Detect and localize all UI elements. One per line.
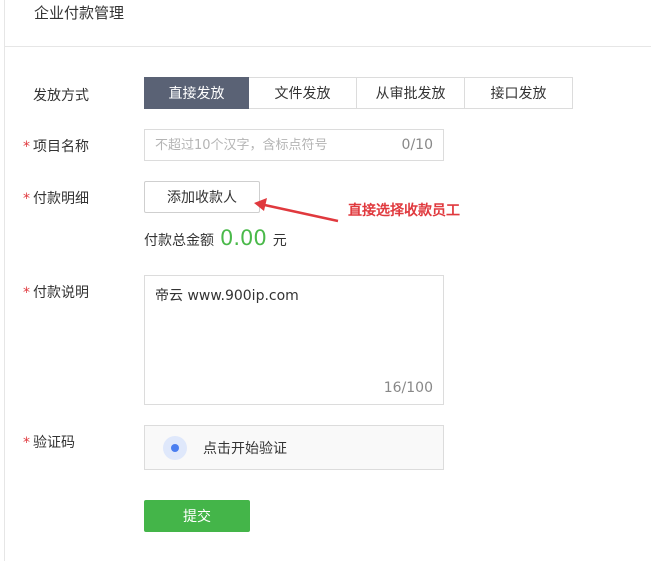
payment-detail-label-text: 付款明细 xyxy=(33,191,89,207)
project-name-counter: 0/10 xyxy=(402,137,433,153)
payment-note-textarea[interactable]: 帝云 www.900ip.com xyxy=(145,276,443,376)
payment-detail-label: *付款明细 xyxy=(23,188,89,208)
required-mark: * xyxy=(23,285,30,301)
payment-total: 付款总金额 0.00 元 xyxy=(144,226,287,250)
tab-api-payout[interactable]: 接口发放 xyxy=(465,77,573,109)
required-mark: * xyxy=(23,139,30,155)
total-unit: 元 xyxy=(273,230,287,250)
captcha-label-text: 验证码 xyxy=(33,435,75,451)
annotation-text: 直接选择收款员工 xyxy=(348,200,460,220)
captcha-label: *验证码 xyxy=(23,432,75,452)
captcha-text: 点击开始验证 xyxy=(203,438,287,458)
project-name-input[interactable] xyxy=(145,130,385,160)
payment-note-field: 帝云 www.900ip.com 16/100 xyxy=(144,275,444,405)
payout-method-label: 发放方式 xyxy=(33,85,89,105)
project-name-label-text: 项目名称 xyxy=(33,139,89,155)
page-title: 企业付款管理 xyxy=(34,2,124,23)
required-mark: * xyxy=(23,435,30,451)
payout-method-tabs: 直接发放 文件发放 从审批发放 接口发放 xyxy=(144,77,573,109)
page-header: 企业付款管理 xyxy=(5,0,651,47)
required-mark: * xyxy=(23,191,30,207)
project-name-label: *项目名称 xyxy=(23,136,89,156)
payment-note-counter: 16/100 xyxy=(384,380,433,396)
payment-note-label: *付款说明 xyxy=(23,282,89,302)
tab-approval-payout[interactable]: 从审批发放 xyxy=(357,77,465,109)
project-name-field: 0/10 xyxy=(144,129,444,161)
submit-button[interactable]: 提交 xyxy=(144,500,250,532)
annotation-arrow-icon xyxy=(250,195,340,225)
payment-note-label-text: 付款说明 xyxy=(33,285,89,301)
left-divider xyxy=(4,0,5,561)
tab-file-payout[interactable]: 文件发放 xyxy=(249,77,357,109)
add-payee-button[interactable]: 添加收款人 xyxy=(144,181,260,213)
captcha-dot-icon xyxy=(163,436,187,460)
total-label: 付款总金额 xyxy=(144,230,214,250)
tab-direct-payout[interactable]: 直接发放 xyxy=(144,77,249,109)
captcha-verify-button[interactable]: 点击开始验证 xyxy=(144,425,444,470)
total-amount: 0.00 xyxy=(220,226,267,250)
